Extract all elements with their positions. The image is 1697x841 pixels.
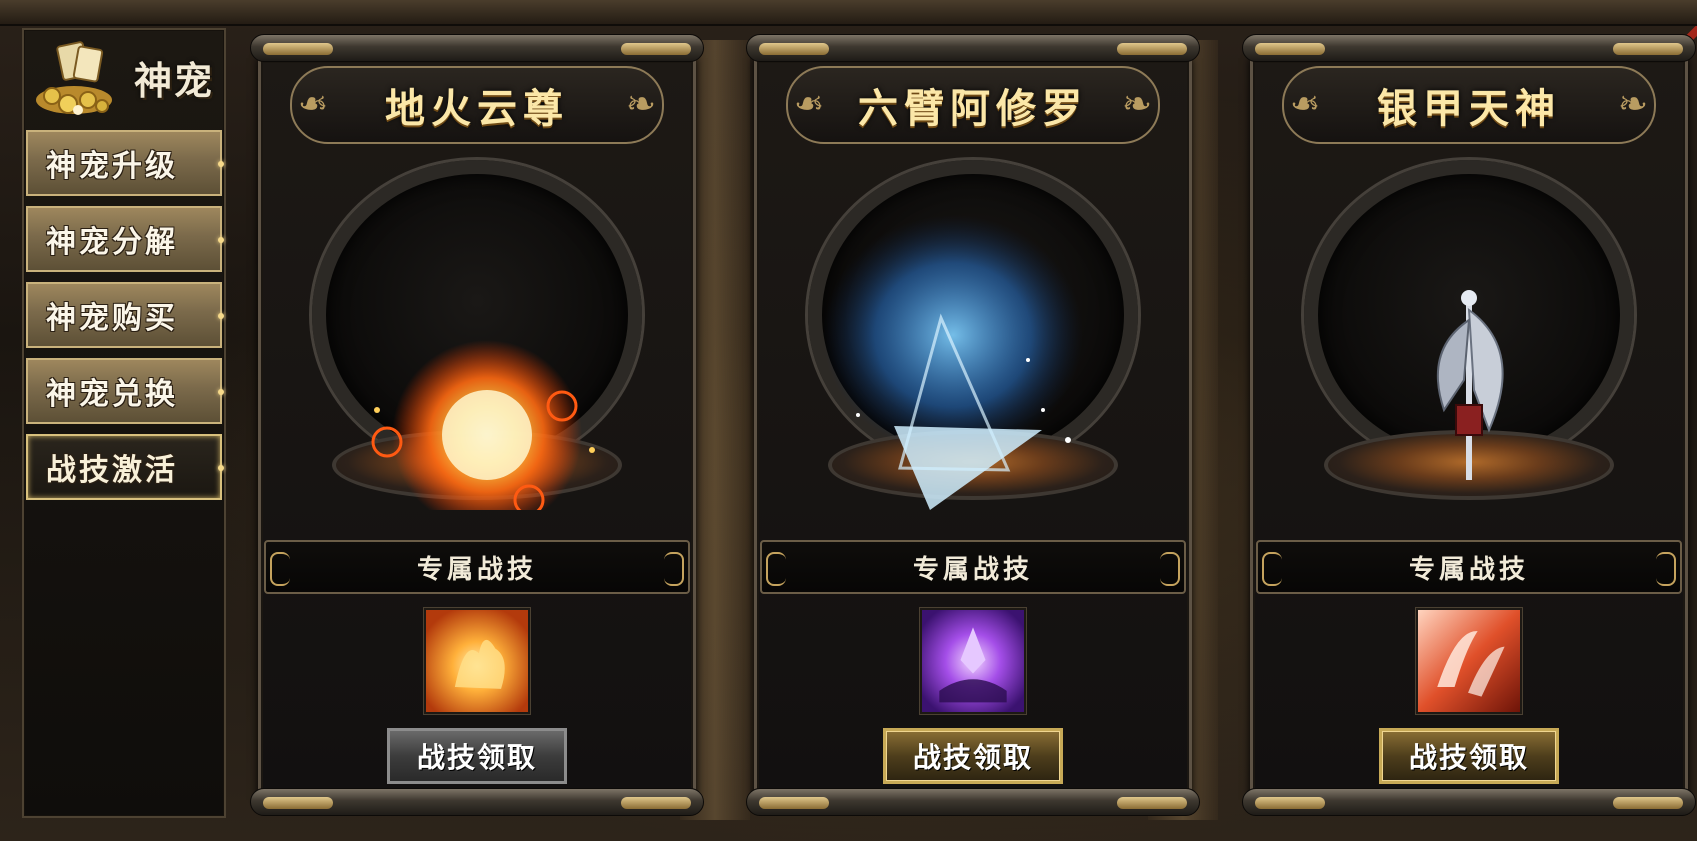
sidebar-title: 神宠 <box>133 57 214 103</box>
exclusive-skill-bar: 专属战技 <box>760 540 1186 594</box>
sidebar-item-label: 神宠分解 <box>46 225 178 260</box>
pet-name: 银甲天神 <box>1377 85 1561 132</box>
sidebar-item-label: 神宠购买 <box>46 301 178 336</box>
claim-skill-label: 战技领取 <box>912 741 1033 774</box>
pet-name: 六臂阿修罗 <box>858 85 1088 132</box>
fire-burst-icon[interactable] <box>424 608 530 714</box>
pet-display <box>292 150 662 510</box>
window-top-rim <box>0 0 1697 26</box>
ice-crystal-icon <box>823 215 1083 510</box>
skill-title: 专属战技 <box>416 554 537 585</box>
scroll-rod-bottom <box>1242 788 1696 816</box>
pet-card: 六臂阿修罗 专属战技 <box>746 30 1200 820</box>
sidebar-item-label: 战技激活 <box>46 453 178 488</box>
sidebar-item-pet-decompose[interactable]: 神宠分解 <box>26 206 224 272</box>
claim-skill-button[interactable]: 战技领取 <box>387 728 567 784</box>
skill-title: 专属战技 <box>1408 554 1529 585</box>
claim-skill-label: 战技领取 <box>1408 741 1529 774</box>
fire-orb-icon <box>371 340 595 510</box>
sidebar-item-skill-activate[interactable]: 战技激活 <box>26 434 224 500</box>
pet-card: 银甲天神 专属战技 战技领取 <box>1242 30 1696 820</box>
sidebar-menu: 神宠升级 神宠分解 神宠购买 神宠兑换 战技激活 <box>26 130 224 510</box>
bullet-icon <box>218 161 224 167</box>
pet-name-plate: 六臂阿修罗 <box>786 66 1160 144</box>
sidebar-item-label: 神宠兑换 <box>46 377 178 412</box>
claim-skill-label: 战技领取 <box>416 741 537 774</box>
sidebar-item-pet-exchange[interactable]: 神宠兑换 <box>26 358 224 424</box>
pet-name-plate: 地火云尊 <box>290 66 664 144</box>
silver-blade-icon <box>1436 290 1504 480</box>
pet-display <box>788 150 1158 510</box>
sidebar-item-pet-purchase[interactable]: 神宠购买 <box>26 282 224 348</box>
claim-skill-button[interactable]: 战技领取 <box>883 728 1063 784</box>
exclusive-skill-bar: 专属战技 <box>264 540 690 594</box>
bullet-icon <box>218 237 224 243</box>
exclusive-skill-bar: 专属战技 <box>1256 540 1682 594</box>
pet-treasure-icon <box>36 41 112 115</box>
sidebar-header: 神宠 <box>24 30 224 124</box>
bullet-icon <box>218 313 224 319</box>
red-slash-icon[interactable] <box>1416 608 1522 714</box>
bullet-icon <box>218 465 224 471</box>
scroll-rod-bottom <box>746 788 1200 816</box>
sidebar: 神宠 神宠升级 神宠分解 神宠购买 神宠兑换 战技激活 <box>22 28 226 818</box>
scroll-rod-top <box>250 34 704 62</box>
pet-name: 地火云尊 <box>385 85 569 132</box>
pet-card: 地火云尊 专属战技 <box>250 30 704 820</box>
sidebar-item-label: 神宠升级 <box>46 149 178 184</box>
skill-title: 专属战技 <box>912 554 1033 585</box>
pet-display <box>1284 150 1654 510</box>
scroll-rod-top <box>746 34 1200 62</box>
claim-skill-button[interactable]: 战技领取 <box>1379 728 1559 784</box>
scroll-rod-top <box>1242 34 1696 62</box>
sidebar-item-pet-upgrade[interactable]: 神宠升级 <box>26 130 224 196</box>
scroll-rod-bottom <box>250 788 704 816</box>
bullet-icon <box>218 389 224 395</box>
pet-name-plate: 银甲天神 <box>1282 66 1656 144</box>
purple-crystal-icon[interactable] <box>920 608 1026 714</box>
